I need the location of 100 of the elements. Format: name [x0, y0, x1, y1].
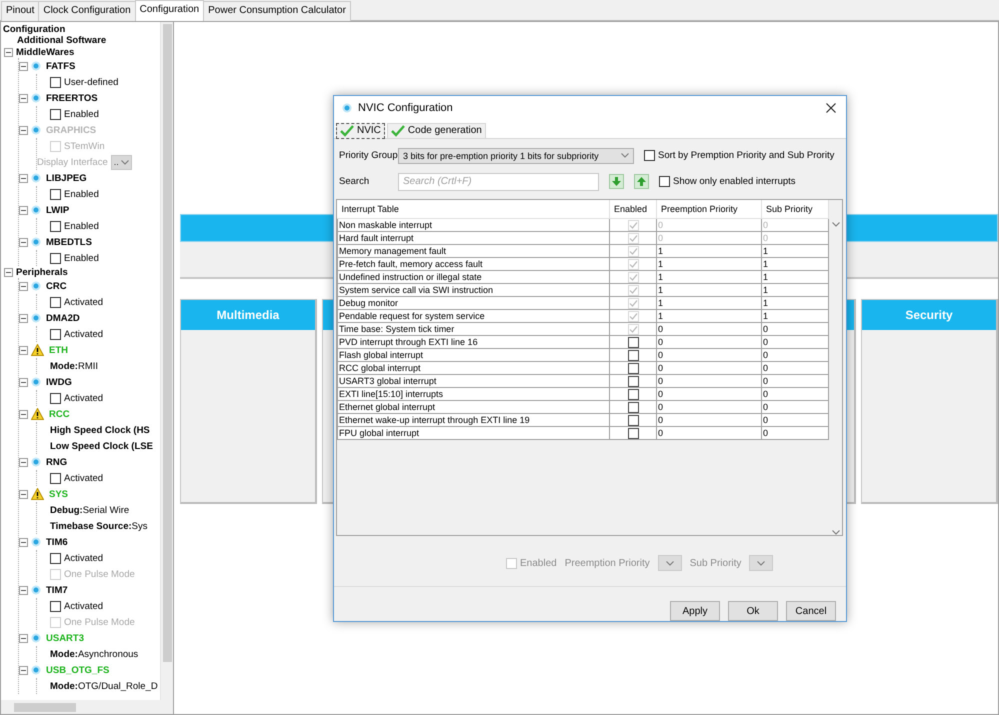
table-cell: 1	[762, 258, 828, 271]
table-cell: 1	[656, 296, 762, 310]
dialog-tab[interactable]: NVIC	[336, 122, 385, 139]
table-cell: EXTI line[15:10] interrupts	[338, 388, 610, 401]
table-cell: 1	[656, 310, 762, 323]
checkbox[interactable]	[628, 362, 638, 374]
dropdown[interactable]	[658, 555, 682, 572]
checkbox[interactable]	[50, 76, 61, 88]
collapse-icon[interactable]	[19, 378, 28, 386]
dialog-button[interactable]: Ok	[728, 601, 778, 621]
table-cell: 0	[656, 414, 762, 427]
checkbox[interactable]	[659, 176, 670, 188]
collapse-icon[interactable]	[19, 586, 28, 594]
search-field[interactable]: Search (Crtl+F)	[398, 172, 599, 191]
collapse-icon[interactable]	[19, 206, 28, 214]
collapse-icon[interactable]	[4, 48, 13, 56]
component-label[interactable]: IWDG	[46, 376, 72, 388]
dropdown[interactable]: ..	[110, 154, 132, 170]
checkbox-label: Activated	[64, 392, 104, 404]
column-header[interactable]: Interrupt Table	[338, 200, 610, 219]
checkbox-option[interactable]: Sort by Premption Priority and Sub Prority	[644, 150, 834, 162]
collapse-icon[interactable]	[19, 458, 28, 466]
collapse-icon[interactable]	[4, 268, 13, 276]
collapse-icon[interactable]	[19, 94, 28, 102]
checkbox[interactable]	[50, 472, 61, 484]
category-label[interactable]: Additional Software	[17, 35, 106, 46]
table-cell: RCC global interrupt	[338, 362, 610, 375]
setting-text: Mode:RMII	[50, 360, 98, 372]
dropdown[interactable]	[749, 555, 774, 572]
checkbox[interactable]	[50, 220, 61, 232]
collapse-icon[interactable]	[19, 410, 28, 418]
table-cell: 0	[656, 218, 762, 232]
tab[interactable]: Configuration	[134, 0, 204, 21]
checkbox[interactable]	[628, 376, 638, 387]
component-label[interactable]: MBEDTLS	[46, 236, 92, 248]
collapse-icon[interactable]	[19, 174, 28, 182]
dialog-tab[interactable]: Code generation	[386, 122, 486, 139]
column-header[interactable]: Sub Priority	[762, 200, 828, 219]
checkbox[interactable]	[628, 350, 638, 361]
checkbox[interactable]	[644, 150, 655, 162]
component-label[interactable]: TIM7	[46, 584, 68, 596]
collapse-icon[interactable]	[19, 538, 28, 546]
table-cell: 0	[762, 336, 828, 349]
tab[interactable]: Pinout	[1, 1, 40, 21]
component-label[interactable]: FREERTOS	[46, 92, 98, 104]
column-header[interactable]: Enabled	[610, 200, 656, 219]
collapse-icon[interactable]	[19, 62, 28, 70]
tab[interactable]: Clock Configuration	[38, 1, 136, 21]
dialog-button[interactable]: Cancel	[786, 601, 836, 621]
component-label[interactable]: TIM6	[46, 536, 68, 548]
checkbox[interactable]	[628, 414, 638, 426]
check-icon	[340, 124, 354, 137]
table-cell: Time base: System tick timer	[338, 322, 610, 336]
checkbox[interactable]	[628, 336, 638, 348]
component-label[interactable]: LWIP	[46, 204, 70, 216]
priority-group-select[interactable]: 3 bits for pre-emption priority 1 bits for subpriority	[398, 148, 634, 164]
collapse-icon[interactable]	[19, 314, 28, 322]
next-button[interactable]	[609, 174, 624, 190]
checkbox[interactable]	[50, 108, 61, 120]
field-label: Search	[338, 176, 370, 188]
close-button[interactable]	[824, 101, 838, 116]
checkbox[interactable]	[628, 388, 638, 400]
tree-root-label: Configuration	[2, 24, 66, 35]
collapse-icon[interactable]	[19, 634, 28, 642]
previous-button[interactable]	[634, 174, 649, 190]
checkbox[interactable]	[50, 188, 61, 200]
checkbox-label: One Pulse Mode	[64, 616, 135, 628]
setting-text: Timebase Source:Sys	[50, 520, 148, 532]
checkbox[interactable]	[50, 392, 61, 404]
collapse-icon[interactable]	[19, 126, 28, 134]
category-label[interactable]: MiddleWares	[16, 46, 74, 58]
component-label[interactable]: LIBJPEG	[46, 172, 87, 184]
checkbox[interactable]	[628, 402, 638, 413]
component-label[interactable]: DMA2D	[46, 312, 80, 324]
component-label[interactable]: CRC	[46, 280, 67, 292]
tab[interactable]: Power Consumption Calculator	[203, 1, 351, 21]
dialog-button[interactable]: Apply	[670, 601, 720, 621]
checkbox-label: STemWin	[64, 140, 105, 152]
checkbox[interactable]	[50, 328, 61, 340]
component-label[interactable]: FATFS	[46, 60, 76, 72]
checkbox-option[interactable]: Show only enabled interrupts	[659, 176, 796, 188]
table-cell: Undefined instruction or illegal state	[338, 270, 610, 284]
checkbox[interactable]	[628, 428, 638, 439]
vertical-scrollbar[interactable]	[160, 22, 173, 700]
checkbox[interactable]	[50, 252, 61, 264]
checkbox[interactable]	[50, 552, 61, 564]
horizontal-scrollbar[interactable]	[1, 700, 173, 714]
component-icon	[342, 103, 352, 114]
collapse-icon[interactable]	[19, 346, 28, 354]
table-cell: Hard fault interrupt	[338, 232, 610, 245]
collapse-icon[interactable]	[19, 490, 28, 498]
collapse-icon[interactable]	[19, 666, 28, 674]
column-header[interactable]: Preemption Priority	[656, 200, 762, 219]
checkbox[interactable]	[50, 600, 61, 612]
collapse-icon[interactable]	[19, 238, 28, 246]
collapse-icon[interactable]	[19, 282, 28, 290]
table-cell: 0	[656, 426, 762, 440]
component-label[interactable]: RNG	[46, 456, 68, 468]
category-label[interactable]: Peripherals	[16, 266, 68, 278]
checkbox[interactable]	[50, 296, 61, 308]
